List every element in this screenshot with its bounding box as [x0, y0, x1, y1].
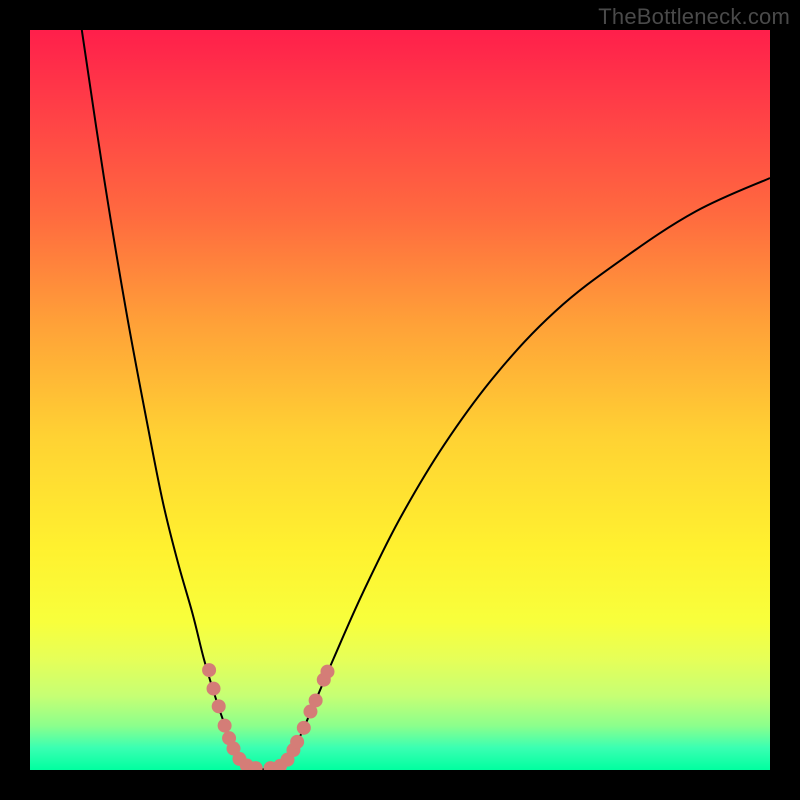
- watermark-text: TheBottleneck.com: [598, 4, 790, 30]
- curve-marker: [297, 721, 311, 735]
- bottleneck-curve-chart: [30, 30, 770, 770]
- v-curve: [82, 30, 770, 769]
- curve-marker: [290, 735, 304, 749]
- curve-marker: [309, 693, 323, 707]
- curve-marker: [202, 663, 216, 677]
- curve-marker: [218, 719, 232, 733]
- chart-frame: [30, 30, 770, 770]
- curve-marker: [212, 699, 226, 713]
- curve-marker: [207, 682, 221, 696]
- curve-marker: [320, 665, 334, 679]
